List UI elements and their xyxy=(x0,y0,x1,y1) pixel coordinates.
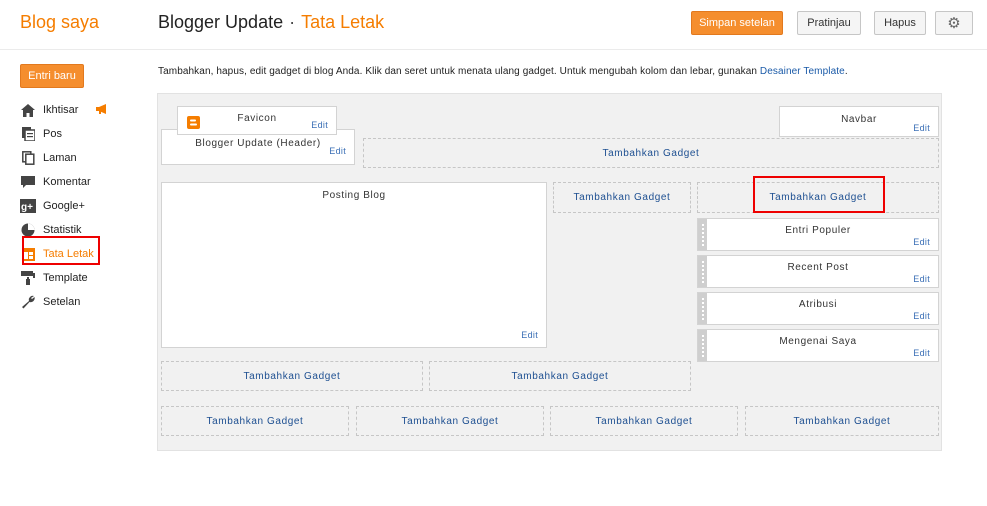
intro-text: Tambahkan, hapus, edit gadget di blog An… xyxy=(158,66,848,77)
sidebar-nav: Ikhtisar Pos Laman Komentar g+ Google+ S… xyxy=(20,98,130,314)
sidebar-item-pos[interactable]: Pos xyxy=(20,122,130,146)
preview-button[interactable]: Pratinjau xyxy=(797,11,861,35)
save-settings-button[interactable]: Simpan setelan xyxy=(691,11,783,35)
home-icon xyxy=(20,102,36,118)
google-plus-icon: g+ xyxy=(20,198,36,214)
delete-button[interactable]: Hapus xyxy=(874,11,926,35)
new-post-button[interactable]: Entri baru xyxy=(20,64,84,88)
gadget-title: Recent Post xyxy=(787,262,849,273)
intro-end: . xyxy=(844,66,848,77)
popular-posts-gadget[interactable]: Entri Populer Edit xyxy=(697,218,939,251)
gadget-title: Blogger Update (Header) xyxy=(195,138,321,149)
add-gadget-footer-1-right[interactable]: Tambahkan Gadget xyxy=(429,361,691,391)
add-gadget-sidebar-left[interactable]: Tambahkan Gadget xyxy=(553,182,691,213)
svg-text:g+: g+ xyxy=(21,202,33,213)
attribution-gadget[interactable]: Atribusi Edit xyxy=(697,292,939,325)
gear-icon: ⚙ xyxy=(947,15,961,32)
edit-link[interactable]: Edit xyxy=(329,146,346,156)
brand-link[interactable]: Blog saya xyxy=(20,12,99,33)
sidebar-item-label: Google+ xyxy=(43,200,85,212)
sidebar-item-label: Template xyxy=(43,272,88,284)
highlight-box-add-gadget xyxy=(753,176,885,213)
add-gadget-footer-2-col2[interactable]: Tambahkan Gadget xyxy=(356,406,544,436)
page-title: Blogger Update · Tata Letak xyxy=(158,12,384,33)
gear-button[interactable]: ⚙ xyxy=(935,11,973,35)
blog-name: Blogger Update xyxy=(158,12,284,32)
comment-icon xyxy=(20,174,36,190)
sidebar-item-label: Laman xyxy=(43,152,77,164)
sidebar-item-label: Setelan xyxy=(43,296,81,308)
title-separator: · xyxy=(289,12,296,32)
add-gadget-footer-2-col4[interactable]: Tambahkan Gadget xyxy=(745,406,939,436)
highlight-box-layout-nav xyxy=(22,236,100,265)
sidebar-item-google-plus[interactable]: g+ Google+ xyxy=(20,194,130,218)
gadget-title: Mengenai Saya xyxy=(779,336,857,347)
add-gadget-footer-1-left[interactable]: Tambahkan Gadget xyxy=(161,361,423,391)
favicon-gadget[interactable]: Favicon Edit xyxy=(177,106,337,135)
about-me-gadget[interactable]: Mengenai Saya Edit xyxy=(697,329,939,362)
template-designer-link[interactable]: Desainer Template xyxy=(760,66,845,77)
paint-roller-icon xyxy=(20,270,36,286)
recent-post-gadget[interactable]: Recent Post Edit xyxy=(697,255,939,288)
top-bar: Blog saya Blogger Update · Tata Letak Simp… xyxy=(0,0,987,50)
navbar-gadget[interactable]: Navbar Edit xyxy=(779,106,939,137)
posts-icon xyxy=(20,126,36,142)
edit-link[interactable]: Edit xyxy=(913,311,930,321)
edit-link[interactable]: Edit xyxy=(311,120,328,130)
section-name: Tata Letak xyxy=(301,12,385,32)
pages-icon xyxy=(20,150,36,166)
gadget-title: Atribusi xyxy=(798,299,838,310)
edit-link[interactable]: Edit xyxy=(913,237,930,247)
megaphone-icon xyxy=(95,103,109,115)
sidebar-item-ikhtisar[interactable]: Ikhtisar xyxy=(20,98,130,122)
edit-link[interactable]: Edit xyxy=(913,123,930,133)
sidebar-item-setelan[interactable]: Setelan xyxy=(20,290,130,314)
sidebar-item-label: Ikhtisar xyxy=(43,104,79,116)
edit-link[interactable]: Edit xyxy=(521,330,538,340)
add-gadget-footer-2-col3[interactable]: Tambahkan Gadget xyxy=(550,406,738,436)
blog-posts-gadget[interactable]: Posting Blog Edit xyxy=(161,182,547,348)
sidebar-item-komentar[interactable]: Komentar xyxy=(20,170,130,194)
wrench-icon xyxy=(20,294,36,310)
gadget-title: Entri Populer xyxy=(785,225,851,236)
sidebar-item-label: Statistik xyxy=(43,224,82,236)
sidebar-item-laman[interactable]: Laman xyxy=(20,146,130,170)
add-gadget-footer-2-col1[interactable]: Tambahkan Gadget xyxy=(161,406,349,436)
gadget-title: Posting Blog xyxy=(322,190,386,201)
sidebar-item-label: Pos xyxy=(43,128,62,140)
edit-link[interactable]: Edit xyxy=(913,348,930,358)
sidebar-item-label: Komentar xyxy=(43,176,91,188)
sidebar-item-template[interactable]: Template xyxy=(20,266,130,290)
intro-description: Tambahkan, hapus, edit gadget di blog An… xyxy=(158,66,760,77)
edit-link[interactable]: Edit xyxy=(913,274,930,284)
add-gadget-header[interactable]: Tambahkan Gadget xyxy=(363,138,939,168)
